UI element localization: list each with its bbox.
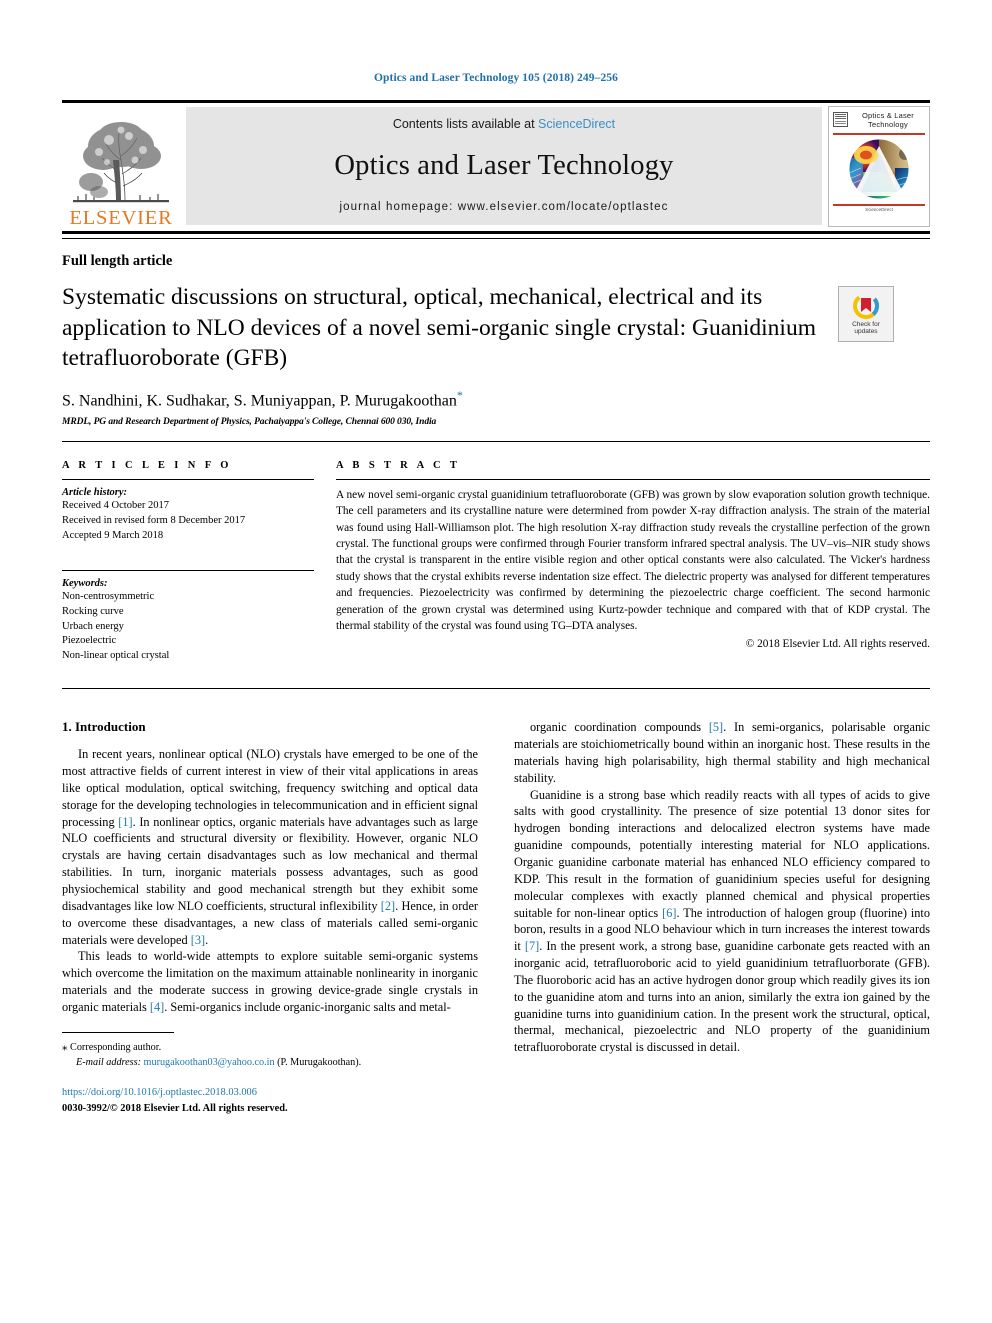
cover-footer-text: ScienceDirect	[865, 206, 893, 212]
citation-ref[interactable]: [6]	[662, 906, 676, 920]
article-history-item: Accepted 9 March 2018	[62, 529, 164, 541]
crossmark-badge[interactable]: Check for updates	[838, 286, 894, 342]
journal-title: Optics and Laser Technology	[334, 150, 674, 181]
article-info-heading: A R T I C L E I N F O	[62, 459, 232, 471]
page-sheet: Optics and Laser Technology 105 (2018) 2…	[62, 0, 930, 1116]
body-paragraph: organic coordination compounds [5]. In s…	[514, 720, 930, 785]
crossmark-icon	[853, 292, 879, 319]
body-columns: 1. Introduction In recent years, nonline…	[62, 719, 930, 1115]
citation-ref[interactable]: [4]	[150, 1000, 164, 1014]
corresponding-author-note: ⁎ Corresponding author.	[62, 1040, 478, 1056]
keywords-block: Keywords: Non-centrosymmetric Rocking cu…	[62, 569, 314, 665]
crossmark-label-line2: updates	[854, 328, 878, 335]
journal-homepage-link[interactable]: journal homepage: www.elsevier.com/locat…	[339, 201, 668, 213]
article-history-item: Received in revised form 8 December 2017	[62, 514, 246, 526]
cover-bottom-rule	[833, 203, 925, 206]
article-type-label: Full length article	[62, 253, 173, 269]
email-suffix: (P. Murugakoothan).	[277, 1056, 362, 1068]
affiliation: MRDL, PG and Research Department of Phys…	[62, 416, 437, 427]
email-note: E-mail address: murugakoothan03@yahoo.co…	[62, 1056, 478, 1071]
info-abstract-block: A R T I C L E I N F O Article history: R…	[62, 440, 930, 664]
abstract-text: A new novel semi-organic crystal guanidi…	[336, 488, 930, 632]
cover-header: Optics & Laser Technology	[833, 111, 925, 130]
issn-copyright-line: 0030-3992/© 2018 Elsevier Ltd. All right…	[62, 1102, 288, 1114]
keyword-item: Non-linear optical crystal	[62, 650, 170, 662]
footnote-star-icon: ⁎	[62, 1040, 68, 1053]
cover-journal-title: Optics & Laser Technology	[862, 111, 914, 130]
citation-ref[interactable]: [1]	[118, 815, 132, 829]
keyword-item: Non-centrosymmetric	[62, 590, 155, 602]
keyword-item: Urbach energy	[62, 620, 124, 632]
paper-page: Optics and Laser Technology 105 (2018) 2…	[0, 0, 992, 1323]
citation-ref[interactable]: [3]	[191, 933, 205, 947]
body-paragraph: Guanidine is a strong base which readily…	[514, 787, 930, 1055]
author-list: S. Nandhini, K. Sudhakar, S. Muniyappan,…	[62, 388, 930, 410]
abstract-heading: A B S T R A C T	[336, 459, 461, 471]
keyword-item: Piezoelectric	[62, 635, 117, 647]
title-row: Systematic discussions on structural, op…	[62, 282, 930, 374]
corresponding-author-text: Corresponding author.	[70, 1041, 162, 1053]
page-title: Systematic discussions on structural, op…	[62, 284, 816, 372]
footnote-rule	[62, 1031, 174, 1033]
article-history-item: Received 4 October 2017	[62, 499, 170, 511]
doi-block: https://doi.org/10.1016/j.optlastec.2018…	[62, 1085, 478, 1115]
elsevier-wordmark: ELSEVIER	[69, 206, 173, 229]
elsevier-logo: ELSEVIER	[62, 103, 180, 231]
article-history-label: Article history:	[62, 486, 128, 498]
corresponding-author-marker: *	[456, 387, 463, 402]
crossmark-label-line1: Check for	[852, 320, 880, 328]
body-paragraph: This leads to world-wide attempts to exp…	[62, 949, 478, 1014]
crossmark-label: Check for updates	[852, 321, 880, 336]
journal-cover-thumbnail[interactable]: Optics & Laser Technology ScienceDirect	[828, 106, 930, 227]
elsevier-mark-icon	[833, 112, 848, 127]
article-info-column: A R T I C L E I N F O Article history: R…	[62, 460, 314, 664]
running-head: Optics and Laser Technology 105 (2018) 2…	[374, 72, 618, 84]
footnote-block: ⁎ Corresponding author. E-mail address: …	[62, 1031, 478, 1071]
citation-ref[interactable]: [2]	[381, 899, 395, 913]
abstract-rule	[336, 478, 930, 480]
cover-artwork	[833, 138, 925, 200]
email-link[interactable]: murugakoothan03@yahoo.co.in	[144, 1057, 275, 1068]
citation-ref[interactable]: [5]	[709, 720, 723, 734]
journal-banner: Contents lists available at ScienceDirec…	[186, 107, 822, 225]
keyword-item: Rocking curve	[62, 605, 124, 617]
masthead-bottom-rule	[62, 231, 930, 239]
keywords-label: Keywords:	[62, 577, 108, 589]
author-names: S. Nandhini, K. Sudhakar, S. Muniyappan,…	[62, 391, 457, 409]
article-info-rule	[62, 478, 314, 480]
body-column-left: 1. Introduction In recent years, nonline…	[62, 719, 478, 1115]
citation-ref[interactable]: [7]	[525, 939, 539, 953]
elsevier-tree-icon	[73, 121, 169, 202]
email-label: E-mail address:	[76, 1056, 141, 1068]
body-paragraph: In recent years, nonlinear optical (NLO)…	[62, 747, 478, 947]
copyright-line: © 2018 Elsevier Ltd. All rights reserved…	[745, 638, 930, 651]
section-heading-introduction: 1. Introduction	[62, 719, 146, 735]
contents-prefix: Contents lists available at	[392, 117, 535, 131]
contents-available-line: Contents lists available at ScienceDirec…	[393, 117, 615, 131]
cover-top-rule	[833, 132, 925, 135]
doi-link[interactable]: https://doi.org/10.1016/j.optlastec.2018…	[62, 1085, 478, 1100]
journal-masthead: ELSEVIER Contents lists available at Sci…	[62, 100, 930, 231]
sciencedirect-link[interactable]: ScienceDirect	[538, 117, 615, 131]
abstract-block-end-rule	[62, 688, 930, 690]
abstract-column: A B S T R A C T A new novel semi-organic…	[336, 460, 930, 664]
cover-art-icon	[848, 138, 910, 200]
keywords-rule	[62, 569, 314, 571]
body-column-right: organic coordination compounds [5]. In s…	[514, 719, 930, 1115]
